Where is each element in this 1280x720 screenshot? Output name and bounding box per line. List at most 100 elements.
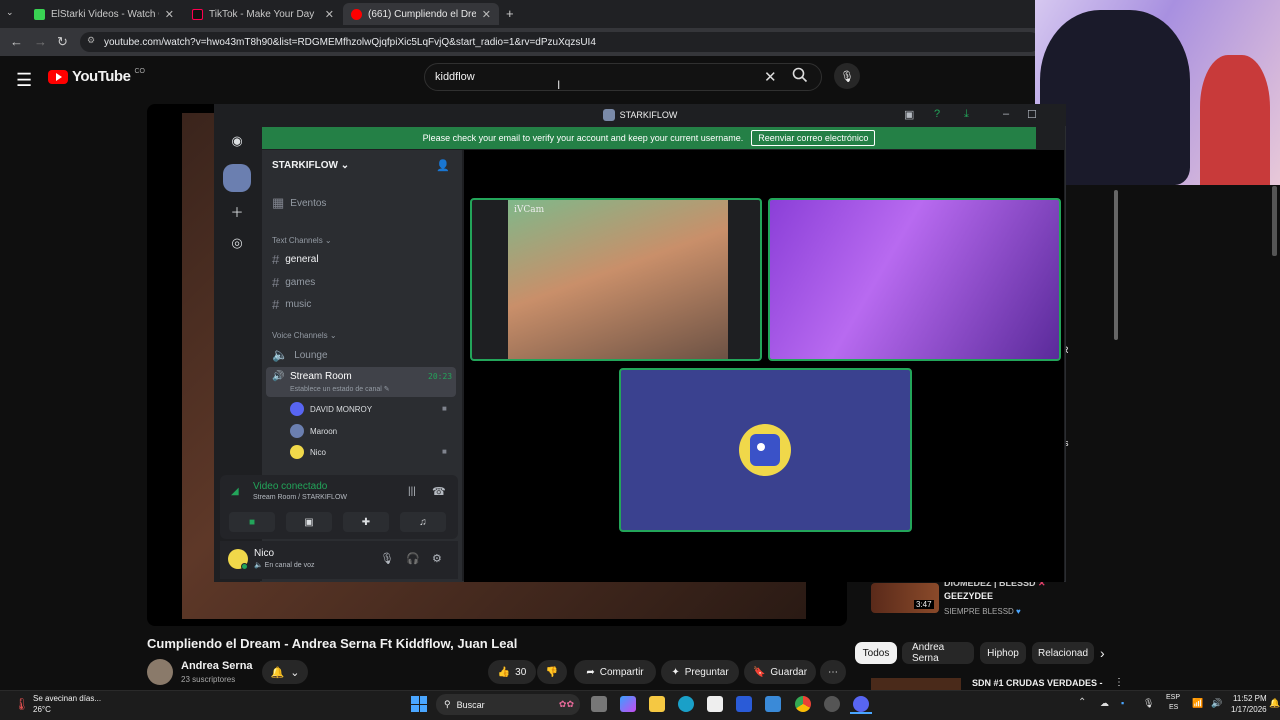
channel-games[interactable]: # games	[272, 275, 315, 290]
related-video-thumbnail[interactable]	[871, 678, 961, 690]
events-item[interactable]: ▦ Eventos	[272, 195, 326, 211]
related-video-title[interactable]: SDN #1 CRUDAS VERDADES -	[972, 678, 1103, 688]
clock-time[interactable]: 11:52 PM	[1233, 694, 1267, 703]
tab-tiktok[interactable]: TikTok - Make Your Day ✕	[184, 3, 342, 25]
maximize-icon[interactable]: ☐	[1027, 108, 1037, 121]
new-tab-plus-icon[interactable]: +	[506, 6, 514, 21]
chip-all[interactable]: Todos	[855, 642, 897, 664]
search-input[interactable]: kiddflow	[424, 63, 822, 91]
voice-channel-lounge[interactable]: 🔈 Lounge	[272, 347, 328, 363]
taskbar-search-box[interactable]: ⚲ Buscar ✿✿	[436, 694, 580, 715]
tab-elstarki[interactable]: ElStarki Videos - Watch On-Dem ✕	[26, 3, 182, 25]
discord-taskbar-icon[interactable]	[853, 696, 869, 712]
resend-email-button[interactable]: Reenviar correo electrónico	[751, 130, 876, 146]
reload-icon[interactable]: ↻	[57, 34, 68, 50]
noise-suppression-icon[interactable]: |||	[408, 486, 416, 497]
url-field[interactable]: ⚙ youtube.com/watch?v=hwo43mT8h90&list=R…	[80, 32, 1040, 52]
disconnect-call-icon[interactable]: ☎	[432, 485, 446, 498]
related-scrollbar[interactable]	[1114, 190, 1118, 340]
voice-user-maroon[interactable]: Maroon	[290, 424, 337, 438]
close-tab-icon[interactable]: ✕	[165, 8, 174, 21]
volume-icon[interactable]: 🔊	[1211, 698, 1222, 709]
vscode-icon[interactable]	[736, 696, 752, 712]
weather-text[interactable]: Se avecinan días...	[33, 694, 101, 703]
invite-people-icon[interactable]: 👤	[436, 159, 450, 172]
discover-compass-icon[interactable]: ◎	[223, 229, 251, 257]
notifications-bell-icon[interactable]: 🔔	[1269, 698, 1280, 709]
chip-related[interactable]: Relacionad	[1032, 642, 1094, 664]
close-tab-icon[interactable]: ✕	[325, 8, 334, 21]
voice-channels-category[interactable]: Voice Channels ⌄	[272, 331, 337, 340]
headphones-icon[interactable]: 🎧	[406, 552, 420, 565]
like-button[interactable]: 👍 30	[488, 660, 536, 684]
dislike-button[interactable]: 👎	[537, 660, 567, 684]
screen-share-button[interactable]: ▣	[286, 512, 332, 532]
page-scrollbar[interactable]	[1272, 186, 1277, 256]
channel-music[interactable]: # music	[272, 297, 311, 312]
chip-hiphop[interactable]: Hiphop	[980, 642, 1026, 664]
obs-icon[interactable]	[824, 696, 840, 712]
add-server-plus-icon[interactable]: ＋	[223, 197, 251, 225]
search-icon[interactable]	[792, 67, 808, 87]
close-tab-icon[interactable]: ✕	[482, 8, 491, 21]
voice-user-david[interactable]: DAVID MONROY	[290, 402, 372, 416]
voice-search-mic-icon[interactable]: 🎙	[834, 63, 860, 89]
save-button[interactable]: 🔖 Guardar	[744, 660, 816, 684]
related-video-title[interactable]: GEEZYDEE	[944, 591, 993, 601]
video-tile-webcam[interactable]	[768, 198, 1061, 361]
youtube-logo[interactable]: YouTube CO	[48, 68, 145, 85]
windows-start-icon[interactable]	[411, 696, 427, 712]
chip-andrea-serna[interactable]: Andrea Serna	[902, 642, 974, 664]
wifi-icon[interactable]: 📶	[1192, 698, 1203, 709]
text-channels-category[interactable]: Text Channels ⌄	[272, 236, 332, 245]
tab-list-chevron-icon[interactable]: ⌄	[6, 7, 14, 18]
defender-icon[interactable]: ▪	[1121, 698, 1124, 708]
server-starkiflow-icon[interactable]	[223, 164, 251, 192]
download-icon[interactable]: ⤓	[964, 108, 969, 121]
channel-general[interactable]: # general	[272, 252, 319, 267]
forward-arrow-icon[interactable]: →	[34, 34, 47, 49]
onedrive-icon[interactable]: ☁	[1100, 698, 1109, 709]
copilot-icon[interactable]	[620, 696, 636, 712]
input-language[interactable]: ESP	[1166, 694, 1180, 701]
channel-status[interactable]: Establece un estado de canal ✎	[290, 385, 390, 393]
chrome-icon[interactable]	[795, 696, 811, 712]
minimize-icon[interactable]: –	[1003, 108, 1009, 120]
clock-date[interactable]: 1/17/2026	[1231, 705, 1267, 714]
share-button[interactable]: ➦ Compartir	[574, 660, 656, 684]
tray-chevron-icon[interactable]: ⌃	[1078, 697, 1086, 708]
more-dots-icon[interactable]: ⋮	[1114, 677, 1124, 688]
settings-gear-icon[interactable]: ⚙	[432, 552, 442, 565]
hamburger-menu-icon[interactable]: ☰	[16, 70, 32, 91]
file-explorer-icon[interactable]	[649, 696, 665, 712]
microphone-icon[interactable]: 🎙	[380, 552, 394, 565]
thermometer-icon[interactable]: 🌡	[14, 697, 29, 711]
channel-avatar[interactable]	[147, 659, 173, 685]
discord-home-icon[interactable]: ◉	[223, 127, 251, 155]
soundboard-button[interactable]: ♫	[400, 512, 446, 532]
back-arrow-icon[interactable]: ←	[10, 34, 23, 49]
more-actions-button[interactable]: ⋯	[820, 660, 846, 684]
video-tile-ivcam[interactable]: iVCam	[470, 198, 762, 361]
voice-user-nico[interactable]: Nico	[290, 445, 326, 459]
signal-icon: ◢	[231, 486, 239, 497]
username[interactable]: Nico	[254, 548, 274, 559]
microsoft-store-icon[interactable]	[707, 696, 723, 712]
channel-name[interactable]: Andrea Serna	[181, 660, 253, 672]
notification-bell-button[interactable]: 🔔 ⌄	[262, 660, 308, 684]
camera-toggle-button[interactable]: ■	[229, 512, 275, 532]
clear-search-icon[interactable]: ✕	[764, 68, 777, 86]
connection-location[interactable]: Stream Room / STARKIFLOW	[253, 494, 347, 501]
tab-youtube[interactable]: (661) Cumpliendo el Dream - A ✕	[343, 3, 499, 25]
chevron-right-icon[interactable]: ›	[1100, 645, 1105, 661]
edge-browser-icon[interactable]	[678, 696, 694, 712]
ask-button[interactable]: ✦ Preguntar	[661, 660, 739, 684]
inbox-icon[interactable]: ▣	[904, 108, 914, 121]
mail-icon[interactable]	[765, 696, 781, 712]
activities-button[interactable]: ✚	[343, 512, 389, 532]
mic-tray-icon[interactable]: 🎙	[1143, 698, 1154, 709]
task-view-icon[interactable]	[591, 696, 607, 712]
site-info-icon[interactable]: ⚙	[87, 35, 95, 46]
server-name-header[interactable]: STARKIFLOW ⌄	[272, 160, 349, 171]
help-icon[interactable]: ?	[934, 108, 940, 120]
